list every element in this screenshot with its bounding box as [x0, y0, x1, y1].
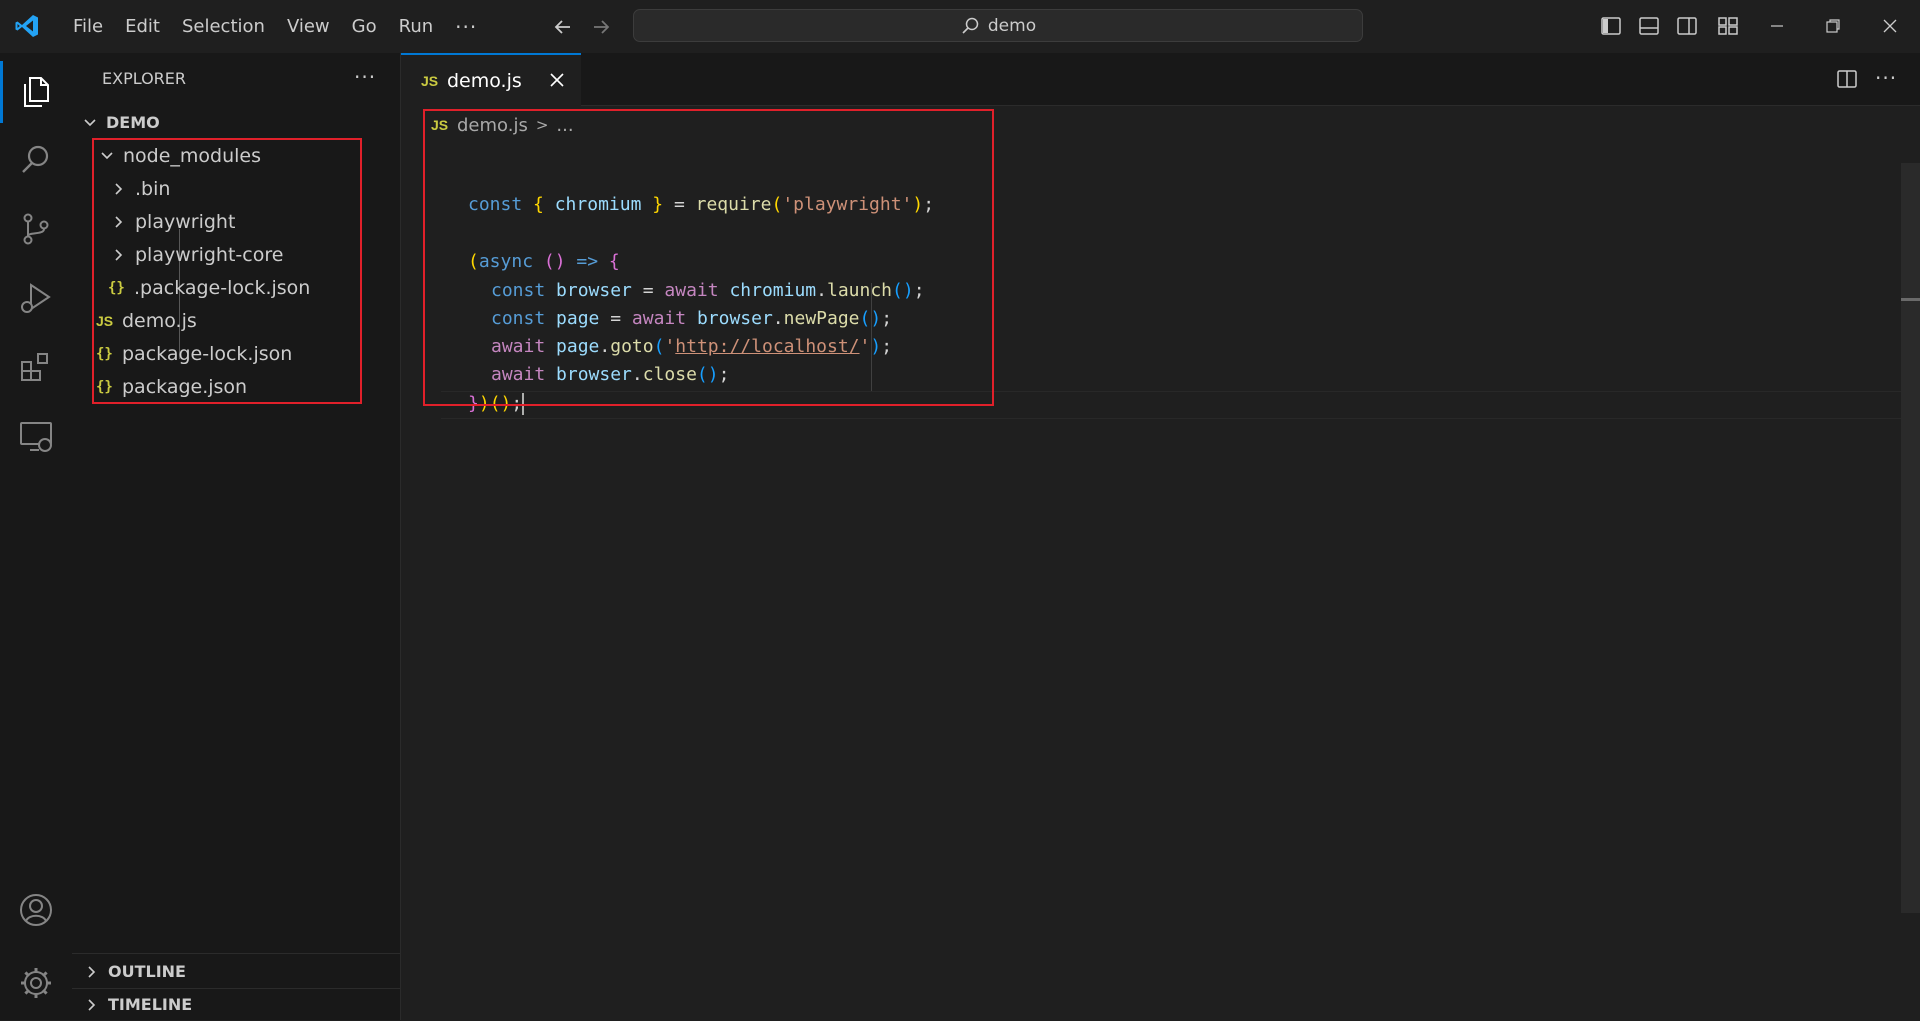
toggle-secondary-sidebar-icon[interactable]	[1676, 15, 1698, 37]
code-link[interactable]: http://localhost/	[675, 336, 859, 357]
menu-more-button[interactable]: ···	[444, 9, 488, 45]
tree-item-label: package.json	[122, 375, 248, 398]
outline-section-label: OUTLINE	[108, 962, 186, 981]
menu-selection[interactable]: Selection	[171, 9, 276, 45]
split-editor-icon[interactable]	[1835, 67, 1859, 91]
menu-edit[interactable]: Edit	[114, 9, 171, 45]
js-file-icon: JS	[431, 117, 449, 133]
code-line-6: await page.goto('http://localhost/');	[491, 336, 893, 357]
tab-bar: JS demo.js ···	[401, 53, 1920, 106]
restore-icon[interactable]	[1822, 15, 1844, 37]
breadcrumb-file[interactable]: demo.js	[457, 115, 528, 136]
code-line-7: await browser.close();	[491, 364, 730, 385]
search-icon	[962, 17, 979, 34]
explorer-icon[interactable]	[17, 73, 55, 111]
search-text: demo	[987, 15, 1037, 36]
customize-layout-icon[interactable]	[1717, 15, 1739, 37]
menu-view[interactable]: View	[276, 9, 341, 45]
vscode-logo-icon	[15, 15, 38, 37]
explorer-sidebar: EXPLORER ··· DEMO node_modules .bin play…	[72, 53, 401, 1020]
explorer-more-button[interactable]: ···	[354, 65, 376, 89]
tree-item-label: package-lock.json	[122, 342, 293, 365]
chevron-right-icon	[115, 182, 123, 195]
tree-item-bin[interactable]: .bin	[109, 172, 170, 205]
js-file-icon: JS	[96, 312, 114, 329]
menu-bar: File Edit Selection View Go Run ···	[62, 0, 488, 53]
tree-item-label: playwright	[135, 210, 236, 233]
close-icon[interactable]	[1879, 15, 1901, 37]
workspace-root-label: DEMO	[106, 113, 160, 132]
menu-go[interactable]: Go	[341, 9, 388, 45]
active-indicator	[0, 61, 3, 123]
chevron-right-icon	[88, 998, 96, 1011]
code-line-5: const page = await browser.newPage();	[491, 308, 893, 329]
activity-bar	[0, 53, 72, 1020]
tree-item-demo-js[interactable]: JS demo.js	[96, 304, 197, 337]
back-arrow-icon[interactable]	[550, 14, 576, 40]
command-center-search[interactable]: demo	[633, 9, 1363, 42]
accounts-icon[interactable]	[17, 891, 55, 929]
tree-item-package-lock-json[interactable]: {} package-lock.json	[96, 337, 292, 370]
forward-arrow-icon[interactable]	[588, 14, 614, 40]
editor-more-button[interactable]: ···	[1875, 66, 1897, 90]
chevron-right-icon	[115, 215, 123, 228]
json-file-icon: {}	[96, 345, 113, 362]
menu-file[interactable]: File	[62, 9, 114, 45]
toggle-primary-sidebar-icon[interactable]	[1600, 15, 1622, 37]
search-icon[interactable]	[17, 141, 55, 179]
breadcrumb: JS demo.js > ...	[431, 111, 574, 139]
timeline-section-label: TIMELINE	[108, 995, 193, 1014]
chevron-down-icon	[84, 118, 96, 126]
current-line-highlight	[441, 391, 1919, 419]
extensions-icon[interactable]	[17, 348, 55, 386]
toggle-panel-icon[interactable]	[1638, 15, 1660, 37]
tree-item-label: .package-lock.json	[134, 276, 311, 299]
run-debug-icon[interactable]	[17, 279, 55, 317]
scrollbar-cursor-marker	[1901, 298, 1920, 301]
remote-explorer-icon[interactable]	[17, 417, 55, 455]
tree-item-label: .bin	[135, 177, 171, 200]
tree-item-package-json[interactable]: {} package.json	[96, 370, 247, 403]
explorer-title: EXPLORER	[102, 69, 186, 88]
menu-run[interactable]: Run	[388, 9, 445, 45]
tree-item-label: node_modules	[123, 144, 262, 167]
vertical-scrollbar[interactable]	[1901, 163, 1920, 913]
json-file-icon: {}	[108, 279, 125, 296]
code-line-4: const browser = await chromium.launch();	[491, 280, 925, 301]
json-file-icon: {}	[96, 378, 113, 395]
breadcrumb-symbols[interactable]: ...	[556, 115, 573, 136]
chevron-right-icon	[115, 248, 123, 261]
tree-item-playwright[interactable]: playwright	[109, 205, 235, 238]
outline-section[interactable]: OUTLINE	[72, 955, 401, 988]
title-bar: File Edit Selection View Go Run ··· demo	[0, 0, 1920, 53]
js-file-icon: JS	[421, 72, 439, 89]
section-divider	[72, 953, 401, 954]
tab-label: demo.js	[447, 69, 522, 92]
code-line-3: (async () => {	[468, 251, 620, 272]
close-tab-icon[interactable]	[547, 70, 567, 90]
settings-gear-icon[interactable]	[17, 964, 55, 1002]
chevron-down-icon	[101, 151, 113, 159]
workspace-root[interactable]: DEMO	[80, 106, 160, 139]
chevron-right-icon	[88, 965, 96, 978]
tree-item-dot-package-lock-json[interactable]: {} .package-lock.json	[108, 271, 310, 304]
tab-demo-js[interactable]: JS demo.js	[401, 53, 581, 106]
breadcrumb-separator: >	[535, 116, 549, 134]
text-cursor	[522, 393, 525, 415]
tree-item-label: demo.js	[122, 309, 197, 332]
minimize-icon[interactable]	[1766, 15, 1788, 37]
code-line-1: const { chromium } = require('playwright…	[468, 194, 935, 215]
editor-area: JS demo.js ··· JS demo.js > ... const { …	[401, 53, 1920, 1020]
code-line-8: })();	[468, 393, 525, 415]
tree-item-node-modules[interactable]: node_modules	[97, 139, 261, 172]
timeline-section[interactable]: TIMELINE	[72, 988, 401, 1021]
source-control-icon[interactable]	[17, 210, 55, 248]
tree-item-label: playwright-core	[135, 243, 284, 266]
tree-item-playwright-core[interactable]: playwright-core	[109, 238, 283, 271]
